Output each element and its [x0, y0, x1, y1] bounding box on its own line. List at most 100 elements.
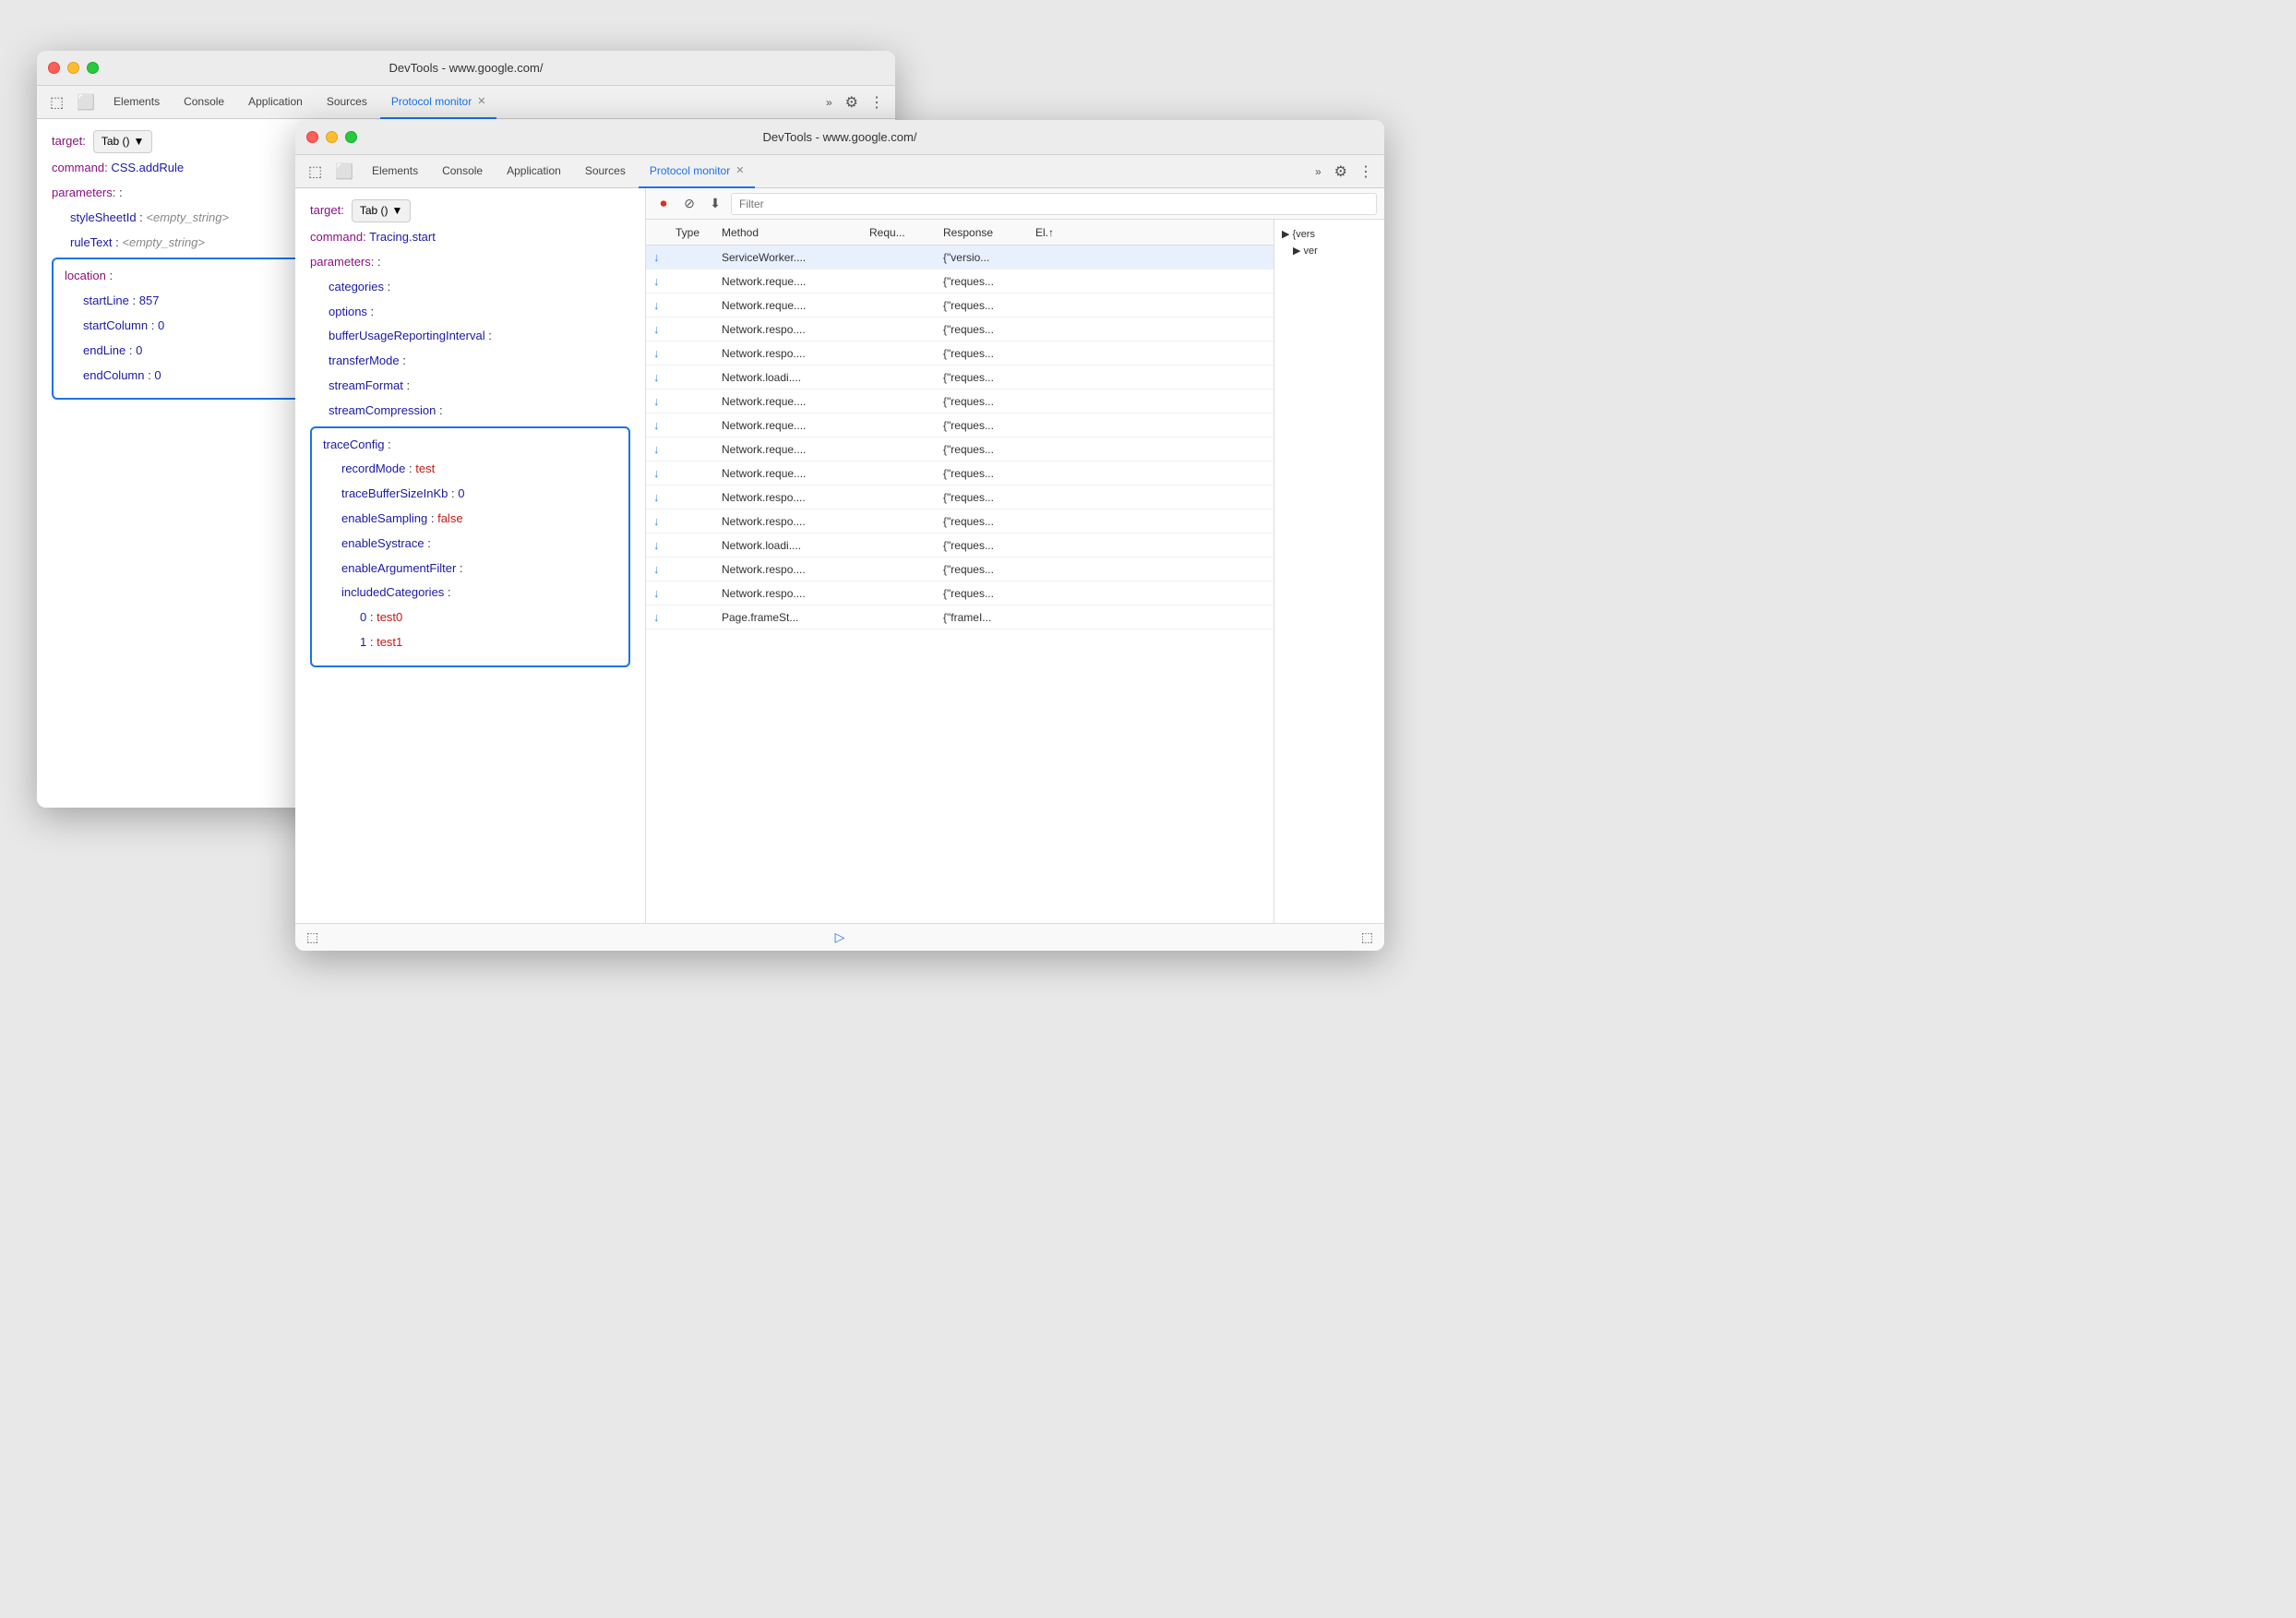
log-row-11[interactable]: ↓ Network.respo.... {"reques... [646, 509, 1274, 533]
titlebar-1: DevTools - www.google.com/ [37, 51, 895, 86]
maximize-button-1[interactable] [87, 62, 99, 74]
target-row-2: target: Tab () ▼ [310, 199, 630, 222]
cat-1-param: 1 : test1 [360, 633, 617, 653]
includedcategories-param: includedCategories : [341, 583, 617, 603]
log-row-0[interactable]: ↓ ServiceWorker.... {"versio... [646, 246, 1274, 270]
row-method-0: ServiceWorker.... [718, 251, 866, 264]
enablesampling-param: enableSampling : false [341, 509, 617, 529]
titlebar-2: DevTools - www.google.com/ [295, 120, 1384, 155]
log-row-2[interactable]: ↓ Network.reque.... {"reques... [646, 294, 1274, 318]
minimize-button-2[interactable] [326, 131, 338, 143]
menu-icon-1[interactable]: ⋮ [866, 93, 888, 112]
log-row-12[interactable]: ↓ Network.loadi.... {"reques... [646, 533, 1274, 557]
traffic-lights-1 [48, 62, 99, 74]
tab-sources-2[interactable]: Sources [574, 155, 637, 188]
send-icon[interactable]: ▷ [835, 929, 845, 945]
log-table-container: Type Method Requ... Response El.↑ ↓ Serv… [646, 220, 1274, 923]
window-title-2: DevTools - www.google.com/ [763, 130, 917, 144]
target-label-1: target: [52, 132, 86, 151]
layout-icon[interactable]: ⬚ [1361, 929, 1373, 945]
log-panel: ⏺ ⊘ ⬇ Type Method Requ... Response El.↑ [646, 188, 1384, 923]
close-button-1[interactable] [48, 62, 60, 74]
tab-console-2[interactable]: Console [431, 155, 494, 188]
log-rows: ↓ ServiceWorker.... {"versio... ↓ Networ… [646, 246, 1274, 923]
log-row-10[interactable]: ↓ Network.respo.... {"reques... [646, 485, 1274, 509]
tab-application-2[interactable]: Application [496, 155, 572, 188]
col-type: Type [672, 226, 718, 239]
traceconfig-box: traceConfig : recordMode : test traceBuf… [310, 426, 630, 667]
log-row-4[interactable]: ↓ Network.respo.... {"reques... [646, 342, 1274, 366]
row-arrow-0: ↓ [650, 250, 672, 264]
maximize-button-2[interactable] [345, 131, 357, 143]
tab-sources-1[interactable]: Sources [316, 86, 378, 119]
preview-panel: ▶ {vers ▶ ver [1274, 220, 1384, 923]
param-transfermode: transferMode : [329, 352, 630, 371]
target-select-1[interactable]: Tab () ▼ [93, 130, 153, 153]
devtools-window-2: DevTools - www.google.com/ ⬚ ⬜ Elements … [295, 120, 1384, 951]
close-button-2[interactable] [306, 131, 318, 143]
minimize-button-1[interactable] [67, 62, 79, 74]
log-row-15[interactable]: ↓ Page.frameSt... {"frameI... [646, 605, 1274, 629]
col-request: Requ... [866, 226, 939, 239]
log-row-5[interactable]: ↓ Network.loadi.... {"reques... [646, 366, 1274, 390]
log-content: Type Method Requ... Response El.↑ ↓ Serv… [646, 220, 1384, 923]
row-response-0: {"versio... [939, 251, 1032, 264]
close-tab-icon-2[interactable]: ✕ [735, 164, 744, 176]
tracebuffersize-param: traceBufferSizeInKb : 0 [341, 485, 617, 504]
tab-elements-1[interactable]: Elements [102, 86, 171, 119]
traceconfig-label: traceConfig : [323, 436, 617, 455]
tab-protocol-monitor-1[interactable]: Protocol monitor ✕ [380, 86, 497, 119]
param-streamcompression: streamCompression : [329, 402, 630, 421]
param-buffer: bufferUsageReportingInterval : [329, 327, 630, 346]
log-row-7[interactable]: ↓ Network.reque.... {"reques... [646, 413, 1274, 437]
dock-icon-2[interactable]: ⬚ [306, 929, 318, 945]
settings-icon-2[interactable]: ⚙ [1329, 162, 1353, 181]
device-icon-1[interactable]: ⬜ [71, 93, 101, 112]
target-select-2[interactable]: Tab () ▼ [352, 199, 412, 222]
main-content-2: target: Tab () ▼ command: Tracing.start … [295, 188, 1384, 923]
log-row-13[interactable]: ↓ Network.respo.... {"reques... [646, 557, 1274, 581]
command-label-1: command: [52, 161, 108, 174]
settings-icon-1[interactable]: ⚙ [840, 93, 864, 112]
log-row-14[interactable]: ↓ Network.respo.... {"reques... [646, 581, 1274, 605]
tab-console-1[interactable]: Console [173, 86, 235, 119]
param-categories: categories : [329, 278, 630, 297]
param-options: options : [329, 303, 630, 322]
log-row-9[interactable]: ↓ Network.reque.... {"reques... [646, 461, 1274, 485]
devtools-tabs-1: ⬚ ⬜ Elements Console Application Sources… [37, 86, 895, 119]
log-row-1[interactable]: ↓ Network.reque.... {"reques... [646, 270, 1274, 294]
enableargumentfilter-param: enableArgumentFilter : [341, 559, 617, 579]
window-title-1: DevTools - www.google.com/ [389, 61, 544, 75]
tab-elements-2[interactable]: Elements [361, 155, 429, 188]
inspect-icon-2[interactable]: ⬚ [303, 162, 328, 181]
log-row-8[interactable]: ↓ Network.reque.... {"reques... [646, 437, 1274, 461]
more-tabs-icon-2[interactable]: » [1309, 165, 1327, 178]
device-icon-2[interactable]: ⬜ [329, 162, 359, 181]
clear-button[interactable]: ⊘ [679, 194, 700, 214]
col-response: Response [939, 226, 1032, 239]
filter-input[interactable] [731, 193, 1377, 215]
command-panel-2: target: Tab () ▼ command: Tracing.start … [295, 188, 646, 923]
record-button[interactable]: ⏺ [653, 194, 674, 214]
log-toolbar: ⏺ ⊘ ⬇ [646, 188, 1384, 220]
download-button[interactable]: ⬇ [705, 194, 725, 214]
parameters-label-2: parameters: : [310, 253, 630, 272]
bottom-bar-2: ⬚ ▷ ⬚ [295, 923, 1384, 951]
tab-protocol-monitor-2[interactable]: Protocol monitor ✕ [639, 155, 756, 188]
log-header: Type Method Requ... Response El.↑ [646, 220, 1274, 246]
close-tab-icon-1[interactable]: ✕ [477, 95, 485, 107]
log-row-3[interactable]: ↓ Network.respo.... {"reques... [646, 318, 1274, 342]
devtools-tabs-2: ⬚ ⬜ Elements Console Application Sources… [295, 155, 1384, 188]
inspect-icon-1[interactable]: ⬚ [44, 93, 69, 112]
log-row-6[interactable]: ↓ Network.reque.... {"reques... [646, 390, 1274, 413]
menu-icon-2[interactable]: ⋮ [1355, 162, 1377, 181]
col-elapsed: El.↑ [1032, 226, 1078, 239]
command-row-2: command: Tracing.start [310, 228, 630, 247]
enablesystrace-param: enableSystrace : [341, 534, 617, 554]
col-method: Method [718, 226, 866, 239]
more-tabs-icon-1[interactable]: » [820, 96, 838, 109]
command-value-1: CSS.addRule [111, 161, 184, 174]
traffic-lights-2 [306, 131, 357, 143]
tab-application-1[interactable]: Application [237, 86, 314, 119]
cat-0-param: 0 : test0 [360, 608, 617, 628]
